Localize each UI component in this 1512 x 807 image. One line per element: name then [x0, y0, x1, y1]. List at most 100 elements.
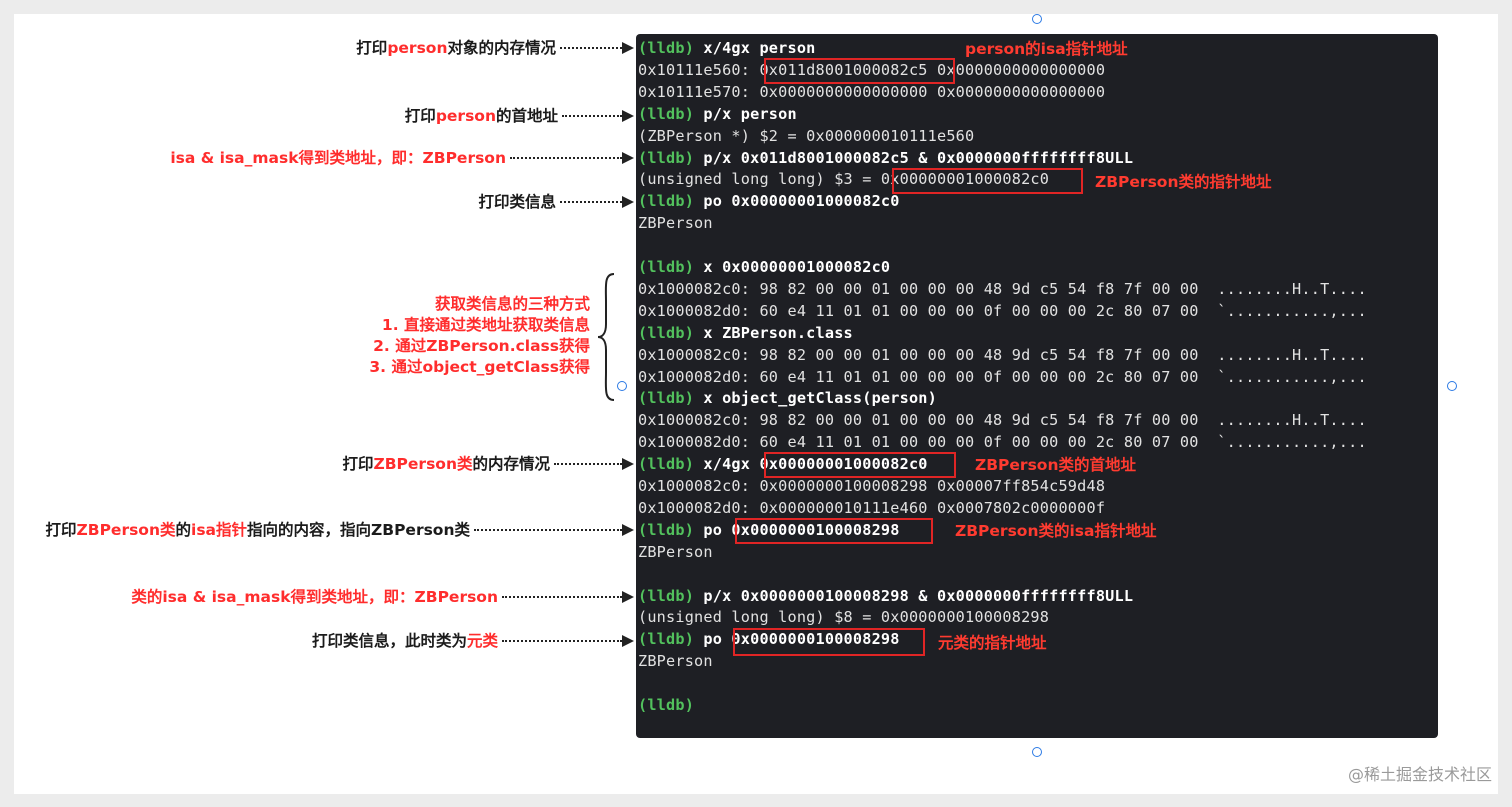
arrow-right-icon	[622, 524, 634, 536]
annotation-text: 打印	[342, 455, 374, 473]
terminal-output-line: 0x1000082c0: 98 82 00 00 01 00 00 00 48 …	[638, 411, 1367, 430]
annotation-text: 打印类信息，此时类为	[311, 632, 467, 650]
terminal-output-line: 0x1000082c0: 98 82 00 00 01 00 00 00 48 …	[638, 279, 1367, 298]
terminal-command-line: (lldb) x ZBPerson.class	[638, 322, 853, 344]
lldb-prompt: (lldb)	[638, 630, 695, 649]
annotation-text: person	[435, 107, 496, 125]
lldb-prompt: (lldb)	[638, 104, 695, 123]
lldb-command: p/x 0x011d8001000082c5 & 0x0000000ffffff…	[694, 148, 1134, 167]
terminal-output-line: (unsigned long long) $8 = 0x000000010000…	[638, 608, 1050, 627]
annotation-text: 的	[175, 521, 192, 539]
note-class-isa-address: ZBPerson类的isa指针地址	[955, 522, 1157, 540]
lldb-prompt: (lldb)	[638, 586, 695, 605]
terminal-command-line: (lldb)	[638, 694, 694, 716]
lldb-prompt: (lldb)	[638, 258, 695, 276]
arrow-right-icon	[622, 458, 634, 470]
terminal-command-line: (lldb) p/x 0x0000000100008298 & 0x000000…	[638, 585, 1133, 607]
dotted-connector	[502, 596, 622, 598]
method-item: 2. 通过ZBPerson.class获得	[373, 337, 590, 355]
lldb-prompt: (lldb)	[638, 39, 695, 57]
annotation-text: person	[387, 39, 448, 57]
lldb-prompt: (lldb)	[638, 455, 695, 474]
dotted-connector	[562, 115, 622, 117]
annotation-text: 对象的内存情况	[447, 39, 556, 57]
lldb-prompt: (lldb)	[638, 148, 695, 167]
curly-brace-icon	[597, 273, 615, 401]
terminal-output-line: 0x1000082d0: 60 e4 11 01 01 00 00 00 0f …	[638, 367, 1367, 386]
highlight-box	[764, 58, 955, 84]
resize-handle-right[interactable]	[1447, 381, 1457, 391]
annotation-label: 打印ZBPerson类的内存情况	[342, 453, 550, 475]
lldb-command: po 0x00000001000082c0	[694, 192, 900, 211]
highlight-box	[764, 452, 956, 478]
annotation-text: 元类	[466, 632, 498, 650]
lldb-command: x 0x00000001000082c0	[694, 258, 891, 276]
watermark: @稀土掘金技术社区	[1347, 765, 1492, 784]
resize-handle-top[interactable]	[1032, 14, 1042, 24]
highlight-box	[733, 628, 925, 656]
dotted-connector	[560, 47, 622, 49]
arrow-right-icon	[622, 152, 634, 164]
methods-block: 获取类信息的三种方式 1. 直接通过类地址获取类信息 2. 通过ZBPerson…	[369, 294, 590, 378]
annotation-label: 类的isa & isa_mask得到类地址，即：ZBPerson	[131, 586, 498, 608]
terminal-output-line: 0x1000082d0: 60 e4 11 01 01 00 00 00 0f …	[638, 433, 1367, 452]
annotation-text: 指向的内容，指向ZBPerson类	[247, 521, 470, 539]
terminal-output-line: 0x1000082d0: 60 e4 11 01 01 00 00 00 0f …	[638, 301, 1367, 320]
lldb-command: x/4gx person	[694, 39, 816, 57]
dotted-connector	[474, 529, 622, 531]
terminal-output-line: 0x1000082c0: 0x0000000100008298 0x00007f…	[638, 477, 1106, 495]
terminal-command-line: (lldb) p/x person	[638, 103, 797, 125]
arrow-right-icon	[622, 110, 634, 122]
annotation-text: 的首地址	[495, 107, 558, 125]
lldb-prompt: (lldb)	[638, 520, 695, 539]
annotation-text: 打印	[45, 521, 77, 539]
annotation-label: 打印ZBPerson类的isa指针指向的内容，指向ZBPerson类	[46, 519, 471, 541]
note-class-pointer-address: ZBPerson类的指针地址	[1095, 173, 1272, 191]
lldb-prompt: (lldb)	[638, 323, 695, 342]
terminal-output-line: (ZBPerson *) $2 = 0x000000010111e560	[638, 126, 975, 145]
dotted-connector	[502, 640, 622, 642]
terminal-command-line: (lldb) x object_getClass(person)	[638, 387, 937, 409]
arrow-right-icon	[622, 635, 634, 647]
arrow-right-icon	[622, 591, 634, 603]
note-metaclass-pointer-address: 元类的指针地址	[938, 634, 1047, 652]
resize-handle-bottom[interactable]	[1032, 747, 1042, 757]
annotation-label: isa & isa_mask得到类地址，即：ZBPerson	[170, 147, 506, 169]
annotation-text: 的内存情况	[472, 455, 550, 473]
methods-title: 获取类信息的三种方式	[434, 295, 590, 313]
annotation-text: 打印	[356, 39, 388, 57]
annotation-text: 打印	[404, 107, 436, 125]
annotation-text: isa & isa_mask得到类地址，即：ZBPerson	[170, 149, 506, 167]
lldb-command: p/x person	[694, 104, 797, 123]
terminal-output-line: ZBPerson	[638, 542, 713, 561]
note-person-isa-address: person的isa指针地址	[965, 40, 1128, 58]
lldb-command: x ZBPerson.class	[694, 323, 853, 342]
annotation-text: ZBPerson类	[76, 521, 176, 539]
note-class-first-address: ZBPerson类的首地址	[975, 456, 1136, 474]
annotation-text: 打印类信息	[478, 193, 556, 211]
annotation-text: 类的isa & isa_mask得到类地址，即：ZBPerson	[131, 588, 498, 606]
dotted-connector	[554, 463, 622, 465]
terminal-output-line: ZBPerson	[638, 214, 713, 233]
terminal-output-line: 0x1000082c0: 98 82 00 00 01 00 00 00 48 …	[638, 345, 1367, 364]
method-item: 1. 直接通过类地址获取类信息	[381, 316, 590, 334]
lldb-command: p/x 0x0000000100008298 & 0x0000000ffffff…	[694, 586, 1134, 605]
highlight-box	[892, 168, 1083, 194]
arrow-right-icon	[622, 196, 634, 208]
lldb-command: x object_getClass(person)	[694, 389, 937, 408]
terminal-command-line: (lldb) x/4gx person	[638, 37, 816, 59]
terminal-output-line: ZBPerson	[638, 652, 713, 671]
highlight-box	[735, 518, 933, 544]
annotation-label: 打印person的首地址	[405, 105, 558, 127]
terminal-command-line: (lldb) po 0x00000001000082c0	[638, 190, 900, 212]
terminal-output-line: 0x1000082d0: 0x000000010111e460 0x000780…	[638, 498, 1106, 517]
annotation-label: 打印类信息	[478, 191, 556, 213]
annotation-label: 打印person对象的内存情况	[356, 37, 556, 59]
method-item: 3. 通过object_getClass获得	[369, 358, 590, 376]
terminal-command-line: (lldb) p/x 0x011d8001000082c5 & 0x000000…	[638, 147, 1133, 169]
lldb-prompt: (lldb)	[638, 389, 695, 408]
terminal-output-line: 0x10111e570: 0x0000000000000000 0x000000…	[638, 82, 1106, 101]
arrow-right-icon	[622, 42, 634, 54]
lldb-prompt: (lldb)	[638, 192, 695, 211]
lldb-prompt: (lldb)	[638, 696, 695, 714]
